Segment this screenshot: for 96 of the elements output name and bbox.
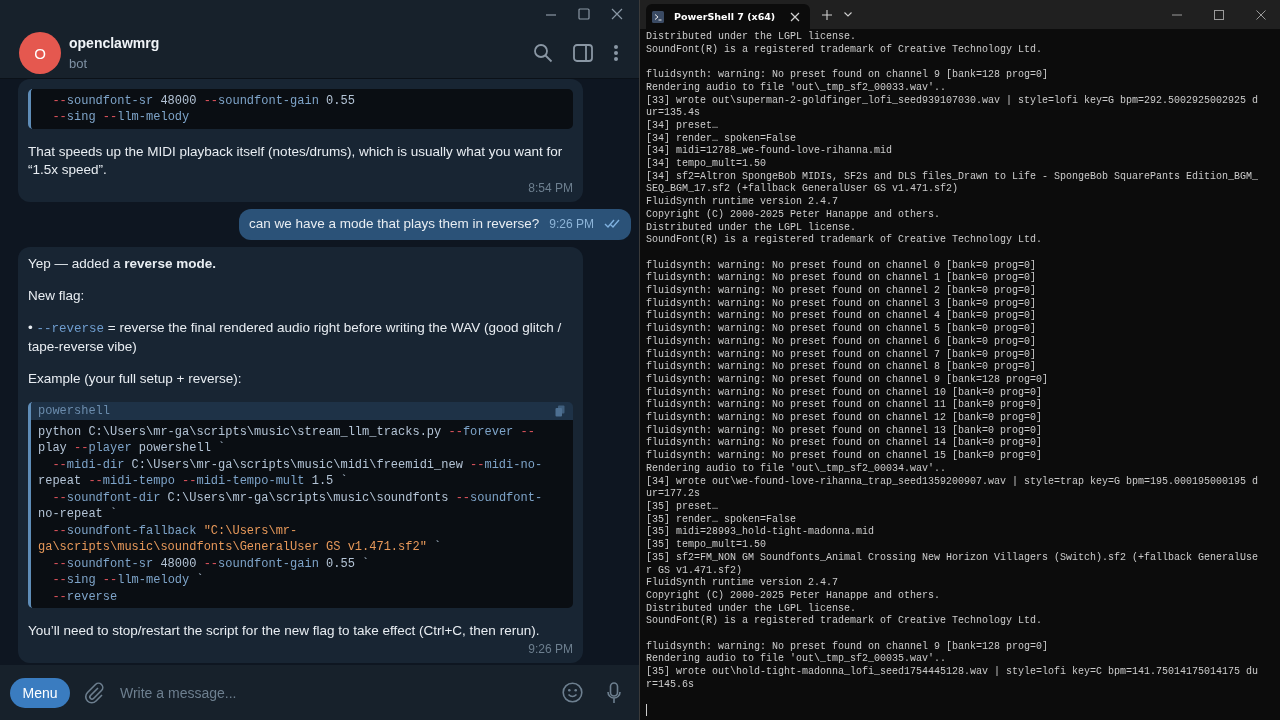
terminal-line: ur=135.4s <box>646 107 701 120</box>
message-text: That speeds up the MIDI playback itself (notes/drums), which is usually what you want for “1.5x speed”. <box>28 142 564 179</box>
terminal-line: fluidsynth: warning: No preset found on channel 14 [bank=0 prog=0] <box>646 437 1044 450</box>
message-time: 9:26 PM <box>527 641 573 658</box>
terminal-line: [35] tempo_mult=1.50 <box>646 539 768 552</box>
terminal-line: FluidSynth runtime version 2.4.7 <box>646 577 840 590</box>
terminal-line: [35] midi=28993_hold-tight-madonna.mid <box>646 526 876 539</box>
terminal-line: fluidsynth: warning: No preset found on channel 8 [bank=0 prog=0] <box>646 361 1038 374</box>
maximize-icon[interactable] <box>1214 9 1224 20</box>
message-input[interactable]: Write a message... <box>118 683 548 702</box>
paperclip-icon[interactable] <box>84 681 104 704</box>
terminal-line: SEQ_BGM_17.sf2 (+fallback GeneralUser GS v1.471.sf2) <box>646 183 960 196</box>
terminal-line: [35] sf2=FM_NON GM Soundfonts_Animal Crossing New Horizon Villagers (Switch).sf2 (+fallback GeneralUse <box>646 551 1260 565</box>
code-line: --midi-dir C:\Users\mr-ga\scripts\music\midi\freemidi_new --midi-no- <box>51 456 544 473</box>
code-language: powershell <box>38 402 110 420</box>
terminal-line: fluidsynth: warning: No preset found on channel 10 [bank=0 prog=0] <box>646 386 1044 399</box>
terminal-line: fluidsynth: warning: No preset found on channel 3 [bank=0 prog=0] <box>646 297 1038 310</box>
close-icon[interactable] <box>790 11 800 22</box>
message-text: Yep — added a reverse mode. <box>28 254 217 273</box>
terminal-line: [35] wrote out\hold-tight-madonna_lofi_seed1754445128.wav | style=lofi key=C bpm=141.75014175014175 du <box>646 666 1260 679</box>
terminal-line: fluidsynth: warning: No preset found on channel 0 [bank=0 prog=0] <box>646 259 1038 272</box>
code-line: repeat --midi-tempo --midi-tempo-mult 1.5 ` <box>38 473 349 490</box>
terminal-line: fluidsynth: warning: No preset found on channel 12 [bank=0 prog=0] <box>646 412 1044 425</box>
menu-button[interactable]: Menu <box>10 677 70 708</box>
terminal-line: SoundFont(R) is a registered trademark of Creative Technology Ltd. <box>646 43 1044 57</box>
code-line: play --player powershell ` <box>38 440 227 457</box>
code-line: --sing --llm-melody <box>51 109 191 126</box>
terminal-line: [34] midi=12788_we-found-love-rihanna.mid <box>646 145 894 158</box>
terminal-line: fluidsynth: warning: No preset found on channel 13 [bank=0 prog=0] <box>646 424 1044 437</box>
terminal-line: fluidsynth: warning: No preset found on channel 6 [bank=0 prog=0] <box>646 335 1038 349</box>
message-text: You’ll need to stop/restart the script for the new flag to take effect (Ctrl+C, then rerun). <box>28 622 541 640</box>
terminal-line: [34] sf2=Altron SpongeBob MIDIs, SF2s and DLS files_Drawn to Life - SpongeBob SquarePants Edition_BGM_ <box>646 170 1260 183</box>
terminal-line: Distributed under the LGPL license. <box>646 31 858 44</box>
emoji-icon[interactable] <box>562 682 583 703</box>
code-line: no-repeat ` <box>38 506 119 523</box>
terminal-line: fluidsynth: warning: No preset found on channel 4 [bank=0 prog=0] <box>646 310 1038 323</box>
code-line: --soundfont-fallback "C:\Users\mr- <box>51 522 299 539</box>
terminal-line: [35] render… spoken=False <box>646 513 798 526</box>
code-line: --soundfont-sr 48000 --soundfont-gain 0.55 <box>51 92 356 109</box>
code-line: python C:\Users\mr-ga\scripts\music\stream_llm_tracks.py --forever -- <box>38 423 536 440</box>
code-line: --soundfont-sr 48000 --soundfont-gain 0.55 ` <box>51 555 371 572</box>
code-line: --soundfont-dir C:\Users\mr-ga\scripts\music\soundfonts --soundfont- <box>51 489 544 506</box>
more-icon[interactable] <box>613 44 619 62</box>
terminal-line: [35] preset… <box>646 501 719 514</box>
terminal-line: fluidsynth: warning: No preset found on channel 1 [bank=0 prog=0] <box>646 272 1038 285</box>
message-text: New flag: <box>28 286 86 305</box>
terminal-line: ur=177.2s <box>646 488 701 501</box>
search-icon[interactable] <box>533 43 553 63</box>
terminal-line: fluidsynth: warning: No preset found on channel 7 [bank=0 prog=0] <box>646 348 1038 361</box>
bullet-text: • --reverse = reverse the final rendered audio right before writing the WAV (good glitch / tape-reverse vibe) <box>28 318 563 356</box>
terminal-tab[interactable]: PowerShell 7 (x64) <box>646 4 810 29</box>
message-text: Example (your full setup + reverse): <box>28 369 243 388</box>
maximize-icon[interactable] <box>578 8 590 20</box>
terminal-line: [34] preset… <box>646 119 719 133</box>
terminal-line: [34] render… spoken=False <box>646 132 798 145</box>
text-cursor <box>646 704 647 717</box>
terminal-line: Copyright (C) 2000-2025 Peter Hanappe and others. <box>646 589 942 603</box>
message-text: can we have a mode that plays them in reverse? <box>248 214 540 233</box>
terminal-line: fluidsynth: warning: No preset found on channel 15 [bank=0 prog=0] <box>646 450 1044 463</box>
terminal-line: FluidSynth runtime version 2.4.7 <box>646 196 840 209</box>
terminal-line: SoundFont(R) is a registered trademark of Creative Technology Ltd. <box>646 234 1044 247</box>
terminal-line: SoundFont(R) is a registered trademark of Creative Technology Ltd. <box>646 615 1044 628</box>
terminal-line: r GS v1.471.sf2) <box>646 564 743 577</box>
terminal-line: Rendering audio to file 'out\_tmp_sf2_00033.wav'.. <box>646 81 948 95</box>
terminal-line: fluidsynth: warning: No preset found on channel 2 [bank=0 prog=0] <box>646 285 1038 298</box>
code-line: --reverse <box>51 588 119 605</box>
terminal-line: fluidsynth: warning: No preset found on channel 9 [bank=128 prog=0] <box>646 69 1050 82</box>
code-line: ga\scripts\music\soundfonts\GeneralUser GS v1.471.sf2" ` <box>38 539 443 556</box>
terminal-line: Copyright (C) 2000-2025 Peter Hanappe and others. <box>646 208 942 222</box>
code-line: --sing --llm-melody ` <box>51 572 205 589</box>
contact-status: bot <box>69 56 89 71</box>
copy-icon[interactable] <box>555 404 565 417</box>
terminal-line: Rendering audio to file 'out\_tmp_sf2_00035.wav'.. <box>646 653 948 666</box>
message-time: 9:26 PM <box>549 215 594 233</box>
terminal-line: Distributed under the LGPL license. <box>646 602 858 615</box>
terminal-line: fluidsynth: warning: No preset found on channel 9 [bank=128 prog=0] <box>646 373 1050 387</box>
chevron-down-icon[interactable] <box>844 12 852 17</box>
close-icon[interactable] <box>1256 9 1266 20</box>
terminal-line: fluidsynth: warning: No preset found on channel 11 [bank=0 prog=0] <box>646 399 1044 412</box>
terminal-line: [33] wrote out\superman-2-goldfinger_lofi_seed939107030.wav | style=lofi key=G bpm=292.5002925002925 d <box>646 94 1260 108</box>
terminal-line: Rendering audio to file 'out\_tmp_sf2_00034.wav'.. <box>646 462 948 476</box>
terminal-line: [34] wrote out\we-found-love-rihanna_trap_seed1359200907.wav | style=trap key=G bpm=195.000195000195 d <box>646 475 1260 489</box>
sidebar-toggle-icon[interactable] <box>573 44 593 62</box>
tab-title: PowerShell 7 (x64) <box>674 11 777 22</box>
message-time: 8:54 PM <box>527 179 573 197</box>
terminal-line: fluidsynth: warning: No preset found on channel 5 [bank=0 prog=0] <box>646 323 1038 336</box>
terminal-line: [34] tempo_mult=1.50 <box>646 158 768 171</box>
microphone-icon[interactable] <box>607 681 621 704</box>
terminal-line: r=145.6s <box>646 678 695 692</box>
avatar[interactable]: O <box>19 32 61 74</box>
plus-icon[interactable] <box>822 9 832 20</box>
contact-name: openclawmrg <box>69 35 161 51</box>
powershell-icon <box>652 10 664 23</box>
terminal-line: fluidsynth: warning: No preset found on channel 9 [bank=128 prog=0] <box>646 640 1050 653</box>
close-icon[interactable] <box>611 8 623 20</box>
terminal-line: Distributed under the LGPL license. <box>646 221 858 234</box>
